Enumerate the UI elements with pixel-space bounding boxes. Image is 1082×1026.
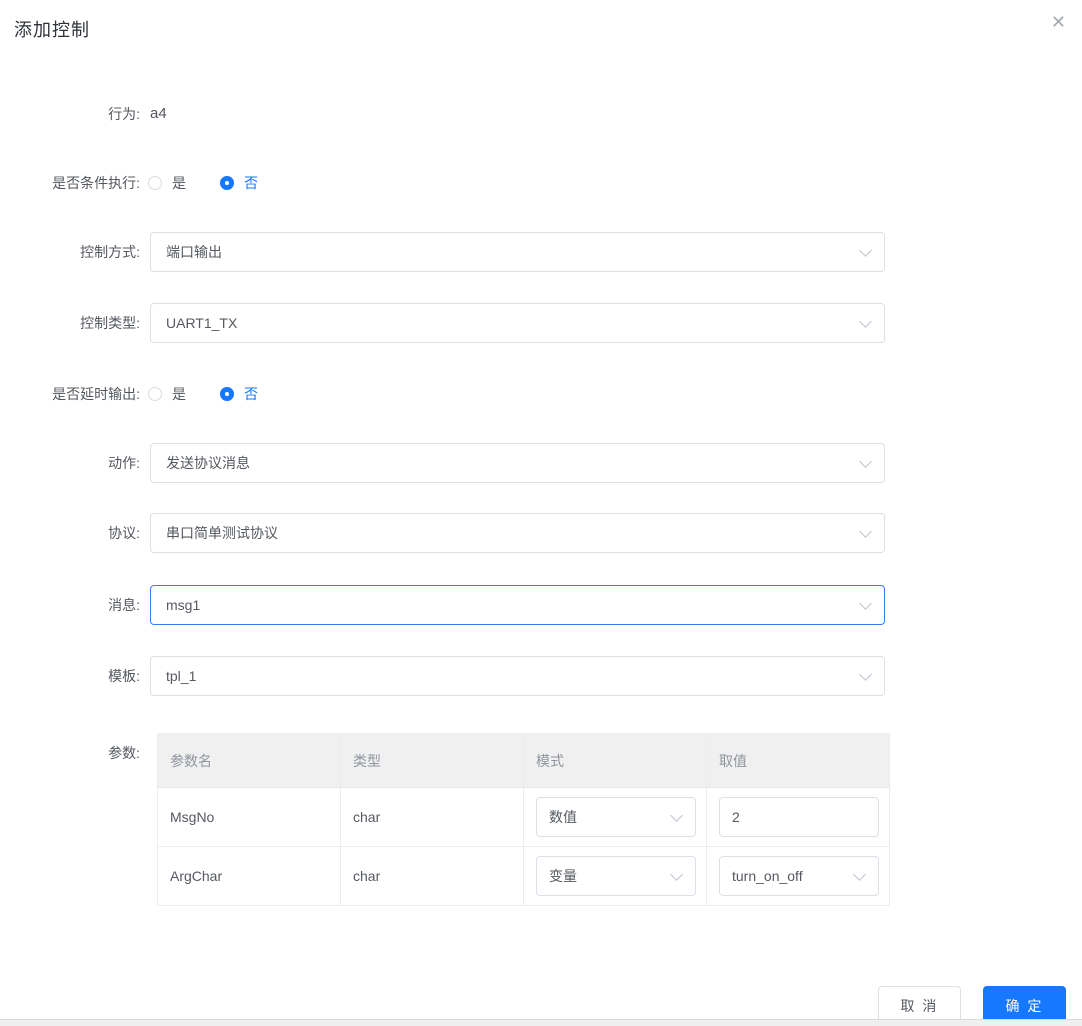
form-row-message: 消息: msg1: [0, 585, 1082, 625]
delayed-radio-yes[interactable]: 是: [148, 384, 186, 404]
mode-select[interactable]: 变量: [536, 856, 696, 896]
action-label: 动作:: [108, 455, 140, 471]
chevron-down-icon: [859, 668, 872, 681]
form-row-behavior: 行为: a4: [0, 94, 1082, 134]
select-value: tpl_1: [166, 668, 197, 684]
column-header-value: 取值: [706, 733, 890, 788]
delayed-output-radio-group: 是 否: [148, 374, 258, 414]
form-row-conditional: 是否条件执行: 是 否: [0, 163, 1082, 203]
select-value: UART1_TX: [166, 315, 238, 331]
table-row: ArgChar char 变量 turn_on_off: [157, 846, 890, 906]
template-label: 模板:: [108, 668, 140, 684]
param-value-cell: [706, 787, 890, 847]
params-label: 参数:: [108, 745, 140, 761]
form-row-template: 模板: tpl_1: [0, 656, 1082, 696]
conditional-radio-no[interactable]: 否: [220, 173, 258, 193]
param-mode-cell: 数值: [523, 787, 707, 847]
mode-select[interactable]: 数值: [536, 797, 696, 837]
form-row-control-method: 控制方式: 端口输出: [0, 232, 1082, 272]
chevron-down-icon: [853, 868, 866, 881]
select-value: 串口简单测试协议: [166, 525, 278, 541]
column-header-name: 参数名: [157, 733, 341, 788]
value-input[interactable]: [719, 797, 879, 837]
control-type-select[interactable]: UART1_TX: [150, 303, 885, 343]
radio-unchecked-icon: [148, 176, 162, 190]
param-type-cell: char: [340, 846, 524, 906]
radio-label: 是: [172, 386, 186, 402]
chevron-down-icon: [859, 597, 872, 610]
select-value: 数值: [549, 809, 577, 825]
column-header-mode: 模式: [523, 733, 707, 788]
form-row-control-type: 控制类型: UART1_TX: [0, 303, 1082, 343]
param-name-cell: MsgNo: [157, 787, 341, 847]
close-icon[interactable]: ✕: [1051, 13, 1066, 31]
control-method-label: 控制方式:: [80, 244, 140, 260]
delayed-output-label: 是否延时输出:: [52, 386, 140, 402]
param-name-cell: ArgChar: [157, 846, 341, 906]
chevron-down-icon: [859, 525, 872, 538]
column-header-type: 类型: [340, 733, 524, 788]
action-select[interactable]: 发送协议消息: [150, 443, 885, 483]
param-type-cell: char: [340, 787, 524, 847]
control-method-select[interactable]: 端口输出: [150, 232, 885, 272]
message-select[interactable]: msg1: [150, 585, 885, 625]
chevron-down-icon: [859, 244, 872, 257]
select-value: 发送协议消息: [166, 455, 250, 471]
radio-checked-icon: [220, 176, 234, 190]
radio-label: 否: [244, 386, 258, 402]
delayed-radio-no[interactable]: 否: [220, 384, 258, 404]
table-row: MsgNo char 数值: [157, 787, 890, 847]
radio-label: 是: [172, 175, 186, 191]
params-table: 参数名 类型 模式 取值 MsgNo char 数值 2 ArgChar cha…: [157, 733, 890, 906]
params-table-header-row: 参数名 类型 模式 取值: [157, 733, 890, 788]
select-value: 端口输出: [166, 244, 222, 260]
chevron-down-icon: [859, 455, 872, 468]
radio-checked-icon: [220, 387, 234, 401]
protocol-select[interactable]: 串口简单测试协议: [150, 513, 885, 553]
chevron-down-icon: [670, 868, 683, 881]
control-type-label: 控制类型:: [80, 315, 140, 331]
conditional-label: 是否条件执行:: [52, 175, 140, 191]
protocol-label: 协议:: [108, 525, 140, 541]
radio-unchecked-icon: [148, 387, 162, 401]
form-row-protocol: 协议: 串口简单测试协议: [0, 513, 1082, 553]
conditional-radio-yes[interactable]: 是: [148, 173, 186, 193]
chevron-down-icon: [859, 315, 872, 328]
form-row-delayed-output: 是否延时输出: 是 否: [0, 374, 1082, 414]
select-value: msg1: [166, 597, 201, 613]
chevron-down-icon: [670, 809, 683, 822]
message-label: 消息:: [108, 597, 140, 613]
dialog-title: 添加控制: [14, 20, 90, 40]
conditional-radio-group: 是 否: [148, 163, 258, 203]
value-select[interactable]: turn_on_off: [719, 856, 879, 896]
param-value-cell: turn_on_off: [706, 846, 890, 906]
param-mode-cell: 变量: [523, 846, 707, 906]
behavior-label: 行为:: [108, 106, 140, 122]
select-value: turn_on_off: [732, 868, 803, 884]
template-select[interactable]: tpl_1: [150, 656, 885, 696]
radio-label: 否: [244, 175, 258, 191]
form-row-action: 动作: 发送协议消息: [0, 443, 1082, 483]
behavior-value: a4: [150, 105, 167, 122]
select-value: 变量: [549, 868, 577, 884]
